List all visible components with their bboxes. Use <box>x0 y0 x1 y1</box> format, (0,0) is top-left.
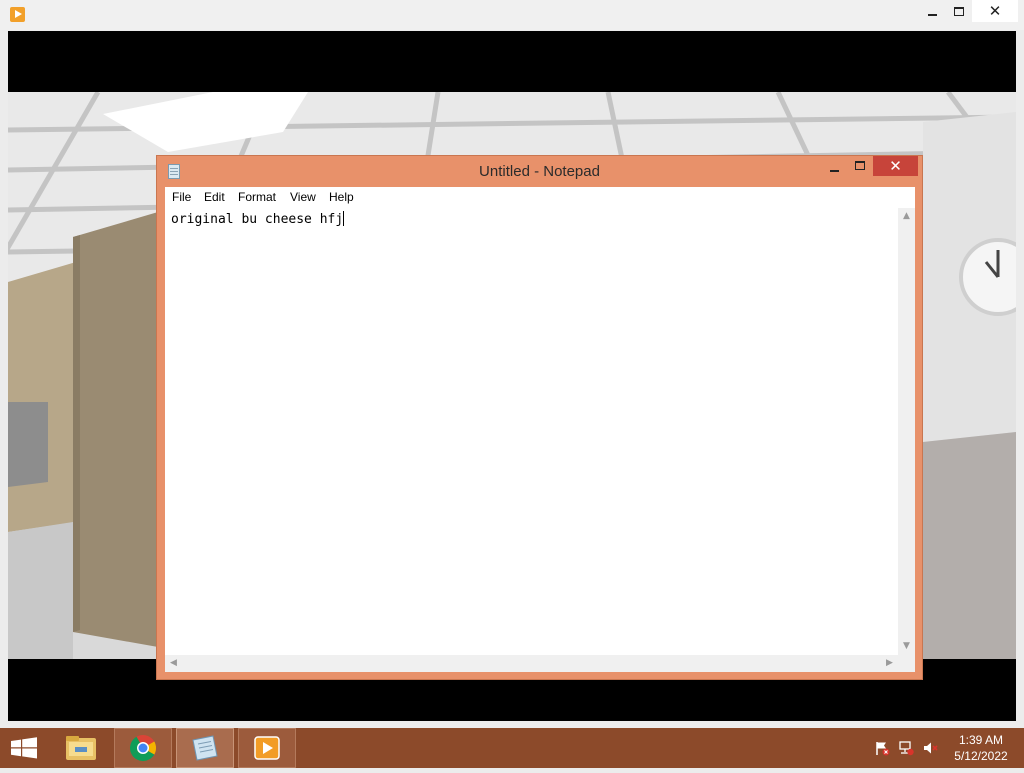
scroll-right-icon[interactable]: ▶ <box>881 655 898 672</box>
notepad-maximize-button[interactable] <box>847 156 873 176</box>
chrome-icon <box>129 735 157 762</box>
editor-content: original bu cheese hfj <box>171 212 344 227</box>
minimize-icon <box>829 170 839 172</box>
window-title: Untitled - Notepad <box>479 163 600 180</box>
clock-time: 1:39 AM <box>958 733 1004 747</box>
text-caret <box>343 211 345 226</box>
taskbar-clock[interactable]: 1:39 AM 5/12/2022 <box>948 732 1014 764</box>
player-close-button[interactable]: ✕ <box>972 0 1018 22</box>
notepad-titlebar[interactable]: Untitled - Notepad ✕ <box>157 156 922 187</box>
maximize-icon <box>855 161 865 170</box>
notepad-icon <box>192 735 218 761</box>
player-titlebar: ✕ <box>0 0 1024 30</box>
scroll-up-icon[interactable]: ▲ <box>898 208 915 225</box>
close-icon: ✕ <box>988 2 1002 20</box>
notepad-minimize-button[interactable] <box>821 156 847 176</box>
media-player-icon <box>254 736 280 760</box>
speaker-muted-icon[interactable] <box>922 740 938 756</box>
clock-date: 5/12/2022 <box>954 749 1008 763</box>
windows-logo-icon <box>11 737 37 759</box>
notepad-close-button[interactable]: ✕ <box>873 156 918 176</box>
minimize-icon <box>927 14 937 16</box>
scroll-left-icon[interactable]: ◀ <box>165 655 182 672</box>
text-editor[interactable]: original bu cheese hfj ▲ ▼ ◀ ▶ <box>165 208 915 672</box>
player-maximize-button[interactable] <box>946 0 972 22</box>
taskbar-notepad[interactable] <box>176 728 234 768</box>
horizontal-scrollbar[interactable]: ◀ ▶ <box>165 655 898 672</box>
close-icon: ✕ <box>889 157 902 175</box>
scroll-down-icon[interactable]: ▼ <box>898 638 915 655</box>
taskbar-media-player[interactable] <box>238 728 296 768</box>
menu-edit[interactable]: Edit <box>204 187 225 208</box>
file-explorer-icon <box>66 736 96 760</box>
notepad-window[interactable]: Untitled - Notepad ✕ File Edit Format Vi… <box>156 155 923 680</box>
taskbar-file-explorer[interactable] <box>52 728 110 768</box>
maximize-icon <box>954 7 964 16</box>
start-button[interactable] <box>0 728 48 768</box>
action-center-flag-icon[interactable] <box>874 740 890 756</box>
editor-text: original bu cheese hfj <box>171 211 345 227</box>
player-minimize-button[interactable] <box>918 0 946 22</box>
taskbar: 1:39 AM 5/12/2022 <box>0 728 1024 768</box>
media-player-icon <box>10 7 25 22</box>
menu-help[interactable]: Help <box>329 187 354 208</box>
network-icon[interactable] <box>898 740 914 756</box>
menu-format[interactable]: Format <box>238 187 276 208</box>
menu-file[interactable]: File <box>172 187 191 208</box>
menu-bar: File Edit Format View Help <box>165 187 915 209</box>
taskbar-chrome[interactable] <box>114 728 172 768</box>
vertical-scrollbar[interactable]: ▲ ▼ <box>898 208 915 655</box>
resize-grip-icon[interactable] <box>898 655 915 672</box>
menu-view[interactable]: View <box>290 187 316 208</box>
